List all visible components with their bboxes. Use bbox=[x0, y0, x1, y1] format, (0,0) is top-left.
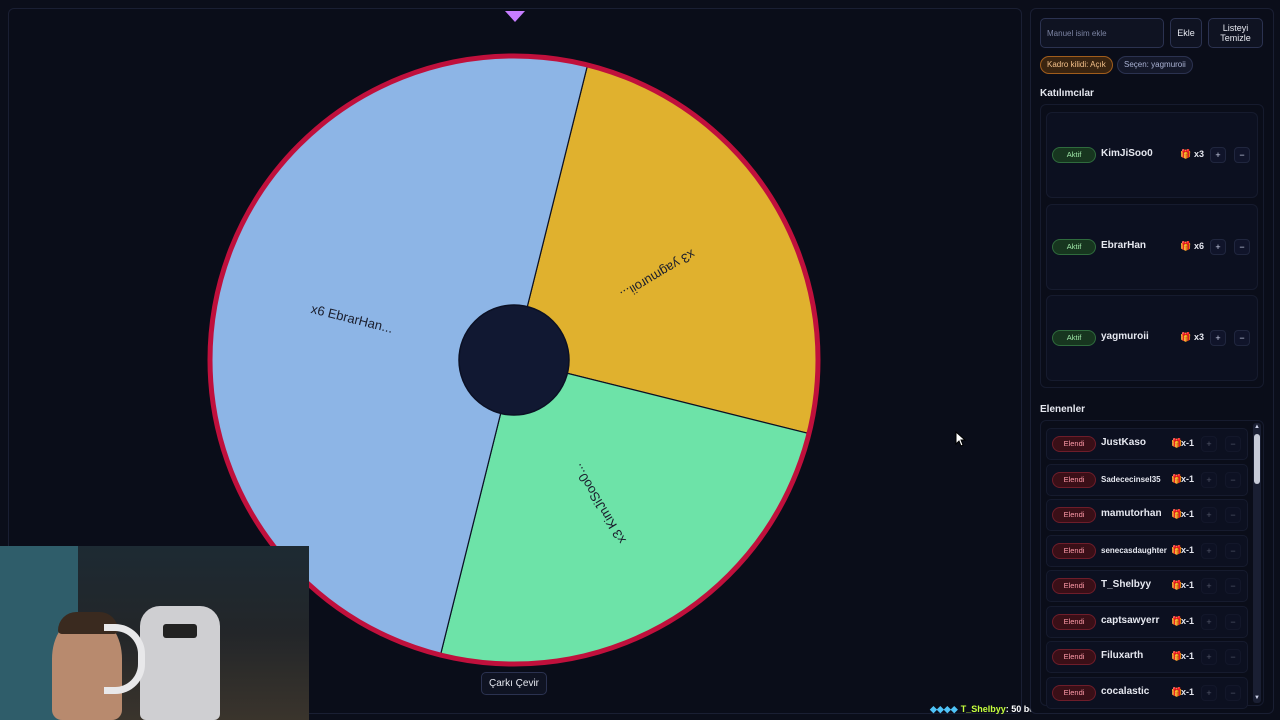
participant-row: Aktif EbrarHan 🎁 x6 + − bbox=[1046, 204, 1258, 290]
participant-name: senecasdaughter bbox=[1101, 545, 1167, 555]
decrease-button[interactable]: − bbox=[1225, 684, 1241, 701]
name-input[interactable] bbox=[1040, 18, 1164, 48]
multiplier: x-1 bbox=[1181, 473, 1195, 484]
participant-row: Aktif KimJiSoo0 🎁 x3 + − bbox=[1046, 112, 1258, 198]
decrease-button[interactable]: − bbox=[1225, 542, 1241, 559]
scroll-up-icon[interactable]: ▲ bbox=[1253, 423, 1261, 431]
multiplier: x3 bbox=[1194, 332, 1205, 342]
gift-icon: 🎁 bbox=[1180, 241, 1192, 251]
multiplier: x-1 bbox=[1181, 686, 1195, 697]
scroll-down-icon[interactable]: ▼ bbox=[1253, 694, 1261, 702]
increase-button[interactable]: + bbox=[1201, 578, 1217, 594]
status-badge: Elendi bbox=[1052, 578, 1096, 594]
chat-user: T_Shelbyy bbox=[960, 704, 1006, 714]
increase-button[interactable]: + bbox=[1201, 684, 1217, 701]
participant-name: JustKaso bbox=[1101, 437, 1147, 448]
eliminated-row: Elendi Filuxarth 🎁 x-1 + − bbox=[1046, 641, 1248, 673]
status-badge: Elendi bbox=[1052, 471, 1096, 488]
decrease-button[interactable]: − bbox=[1225, 507, 1241, 523]
participant-name: cocalastic bbox=[1101, 685, 1150, 697]
eliminated-row: Elendi Sadececinsel35 🎁 x-1 + − bbox=[1046, 463, 1248, 496]
increase-button[interactable]: + bbox=[1201, 436, 1217, 452]
multiplier: x-1 bbox=[1181, 580, 1195, 590]
gift-icon: 🎁 bbox=[1180, 332, 1192, 342]
decrease-button[interactable]: − bbox=[1234, 239, 1250, 255]
eliminated-row: Elendi JustKaso 🎁 x-1 + − bbox=[1046, 428, 1248, 460]
increase-button[interactable]: + bbox=[1201, 649, 1217, 665]
eliminated-row: Elendi senecasdaughter 🎁 x-1 + − bbox=[1046, 534, 1248, 567]
eliminated-row: Elendi captsawyerr 🎁 x-1 + − bbox=[1046, 605, 1248, 638]
increase-button[interactable]: + bbox=[1201, 542, 1217, 559]
headset bbox=[104, 624, 145, 694]
participant-name: T_Shelbyy bbox=[1101, 579, 1152, 590]
status-badge: Aktif bbox=[1052, 147, 1096, 163]
status-badge: Elendi bbox=[1052, 436, 1096, 452]
participant-row: Aktif yagmuroii 🎁 x3 + − bbox=[1046, 295, 1258, 381]
participant-name: mamutorhan bbox=[1101, 508, 1162, 519]
status-badge: Elendi bbox=[1052, 684, 1096, 701]
decrease-button[interactable]: − bbox=[1234, 330, 1250, 346]
participant-name: Sadececinsel35 bbox=[1101, 474, 1161, 484]
increase-button[interactable]: + bbox=[1201, 471, 1217, 488]
mouse-cursor-icon bbox=[955, 431, 967, 447]
multiplier: x3 bbox=[1194, 149, 1205, 159]
multiplier: x-1 bbox=[1181, 438, 1195, 448]
status-badge: Elendi bbox=[1052, 649, 1096, 665]
decrease-button[interactable]: − bbox=[1225, 436, 1241, 452]
multiplier: x6 bbox=[1194, 241, 1205, 251]
scrollbar-thumb[interactable] bbox=[1254, 434, 1260, 484]
gift-icon: 🎁 bbox=[1180, 149, 1192, 159]
eliminated-row: Elendi cocalastic 🎁 x-1 + − bbox=[1046, 676, 1248, 709]
status-badge: Aktif bbox=[1052, 239, 1096, 255]
increase-button[interactable]: + bbox=[1201, 613, 1217, 630]
decrease-button[interactable]: − bbox=[1225, 471, 1241, 488]
add-button[interactable]: Ekle bbox=[1170, 18, 1202, 48]
clear-label-line1: Listeyi bbox=[1222, 23, 1249, 33]
chat-badges: ◆◆◆◆ bbox=[930, 704, 958, 714]
clear-label-line2: Temizle bbox=[1220, 33, 1251, 43]
status-badge: Aktif bbox=[1052, 330, 1096, 346]
eliminated-row: Elendi mamutorhan 🎁 x-1 + − bbox=[1046, 499, 1248, 531]
participant-name: KimJiSoo0 bbox=[1101, 148, 1153, 159]
increase-button[interactable]: + bbox=[1210, 147, 1226, 163]
decrease-button[interactable]: − bbox=[1225, 649, 1241, 665]
status-badge: Elendi bbox=[1052, 613, 1096, 630]
participants-title: Katılımcılar bbox=[1040, 88, 1094, 99]
participant-name: EbrarHan bbox=[1101, 240, 1147, 251]
increase-button[interactable]: + bbox=[1210, 330, 1226, 346]
participant-name: captsawyerr bbox=[1101, 614, 1160, 626]
clear-list-button[interactable]: Listeyi Temizle bbox=[1208, 18, 1263, 48]
increase-button[interactable]: + bbox=[1210, 239, 1226, 255]
multiplier: x-1 bbox=[1181, 651, 1195, 661]
decrease-button[interactable]: − bbox=[1225, 613, 1241, 630]
decrease-button[interactable]: − bbox=[1234, 147, 1250, 163]
increase-button[interactable]: + bbox=[1201, 507, 1217, 523]
status-badge: Elendi bbox=[1052, 507, 1096, 523]
participant-name: yagmuroii bbox=[1101, 331, 1149, 342]
pointer-triangle-icon bbox=[505, 11, 525, 22]
eliminated-title: Elenenler bbox=[1040, 404, 1086, 415]
multiplier: x-1 bbox=[1181, 509, 1195, 519]
decrease-button[interactable]: − bbox=[1225, 578, 1241, 594]
eliminated-row: Elendi T_Shelbyy 🎁 x-1 + − bbox=[1046, 570, 1248, 602]
spin-button[interactable]: Çarkı Çevir bbox=[481, 672, 547, 695]
multiplier: x-1 bbox=[1181, 615, 1195, 626]
status-badge: Elendi bbox=[1052, 542, 1096, 559]
roster-lock-chip[interactable]: Kadro kilidi: Açık bbox=[1040, 56, 1113, 74]
participant-name: Filuxarth bbox=[1101, 650, 1144, 661]
multiplier: x-1 bbox=[1181, 544, 1195, 555]
webcam-overlay bbox=[0, 546, 309, 720]
wheel-hub bbox=[458, 304, 570, 416]
chosen-chip: Seçen: yagmuroii bbox=[1117, 56, 1193, 74]
